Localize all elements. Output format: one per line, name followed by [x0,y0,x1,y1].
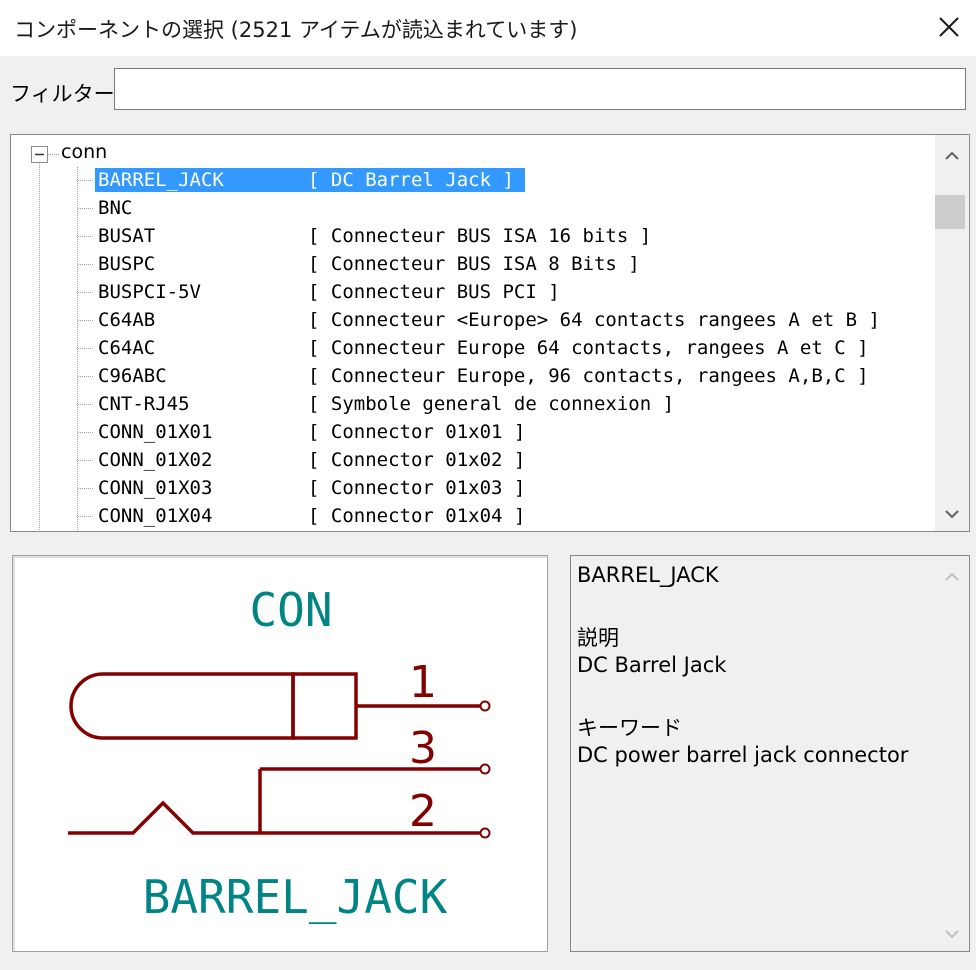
tree-item-name: BUSPC [98,253,156,275]
tree-root-conn[interactable]: conn [61,141,107,163]
pin-number-2: 2 [409,786,437,837]
component-tree[interactable]: conn BARREL_JACK [ DC Barrel Jack ] BNC BUS… [10,134,970,532]
tree-expander[interactable] [31,146,48,163]
chevron-down-icon [945,930,959,939]
minus-box-icon [31,146,48,163]
tree-item-description: [ Connecteur Europe 64 contacts, rangees… [308,337,869,359]
details-scrollbar[interactable] [935,556,969,951]
tree-item-name: C64AC [98,337,156,359]
chevron-up-icon [945,572,959,581]
symbol-preview: 1 3 2 CON BARREL_JACK [12,555,548,952]
scroll-thumb[interactable] [935,195,965,229]
details-panel: BARREL_JACK 説明 DC Barrel Jack キーワード DC p… [570,555,970,952]
tree-item-description: [ Connecteur BUS PCI ] [308,281,560,303]
details-scroll-down-button[interactable] [935,917,969,951]
tree-item-description: [ Connector 01x02 ] [308,449,526,471]
tree-item-description: [ Connecteur <Europe> 64 contacts rangee… [308,309,880,331]
tree-item-description: [ Connecteur BUS ISA 8 Bits ] [308,253,640,275]
details-desc-label: 説明 [577,626,619,650]
details-keywords: DC power barrel jack connector [577,743,909,767]
tree-item-description: [ Symbole general de connexion ] [308,393,675,415]
scroll-down-button[interactable] [935,497,969,531]
tree-item-name: BUSPCI-5V [98,281,201,303]
pin-number-1: 1 [409,657,437,708]
jack-body [69,672,295,740]
window-title: コンポーネントの選択 (2521 アイテムが読込まれています) [14,18,578,42]
tree-item-name: CONN_01X01 [98,421,213,443]
title-bar: コンポーネントの選択 (2521 アイテムが読込まれています) [0,0,976,56]
jack-plug [291,672,358,740]
details-keywords-label: キーワード [577,716,682,740]
tree-item-name: C64AB [98,309,156,331]
tree-item-description: [ Connector 01x01 ] [308,421,526,443]
chevron-down-icon [945,510,959,519]
tree-item-name: CONN_01X03 [98,477,213,499]
tree-item-description: [ Connecteur Europe, 96 contacts, rangee… [308,365,869,387]
value-label: BARREL_JACK [143,870,448,924]
tree-item-name: BARREL_JACK [98,169,224,191]
pin-number-3: 3 [409,723,437,774]
tree-item-description: [ Connecteur BUS ISA 16 bits ] [308,225,652,247]
close-button[interactable] [922,4,976,50]
details-scroll-up-button[interactable] [935,560,969,594]
pin3-end [479,763,491,775]
scroll-up-button[interactable] [935,139,969,173]
filter-label: フィルター: [10,82,122,106]
details-desc: DC Barrel Jack [577,653,727,677]
reference-label: CON [249,583,332,637]
chevron-up-icon [945,151,959,160]
tree-item-name: CNT-RJ45 [98,393,190,415]
details-name: BARREL_JACK [577,563,719,587]
close-icon [939,17,959,37]
tree-item-description: [ Connector 01x03 ] [308,477,526,499]
barrel-jack-symbol: 1 3 2 CON BARREL_JACK [68,583,491,924]
pin1-end [479,700,491,712]
pin2-end [479,827,491,839]
tree-item-description: [ DC Barrel Jack ] [308,169,514,191]
tree-item-name: CONN_01X02 [98,449,213,471]
tree-item-name: BNC [98,197,133,219]
filter-input[interactable] [114,68,966,110]
tree-scrollbar[interactable] [935,135,969,531]
tree-item-name: C96ABC [98,365,167,387]
tree-item-name: CONN_01X04 [98,505,213,527]
tree-item-description: [ Connector 01x04 ] [308,505,526,527]
tree-item-name: BUSAT [98,225,156,247]
